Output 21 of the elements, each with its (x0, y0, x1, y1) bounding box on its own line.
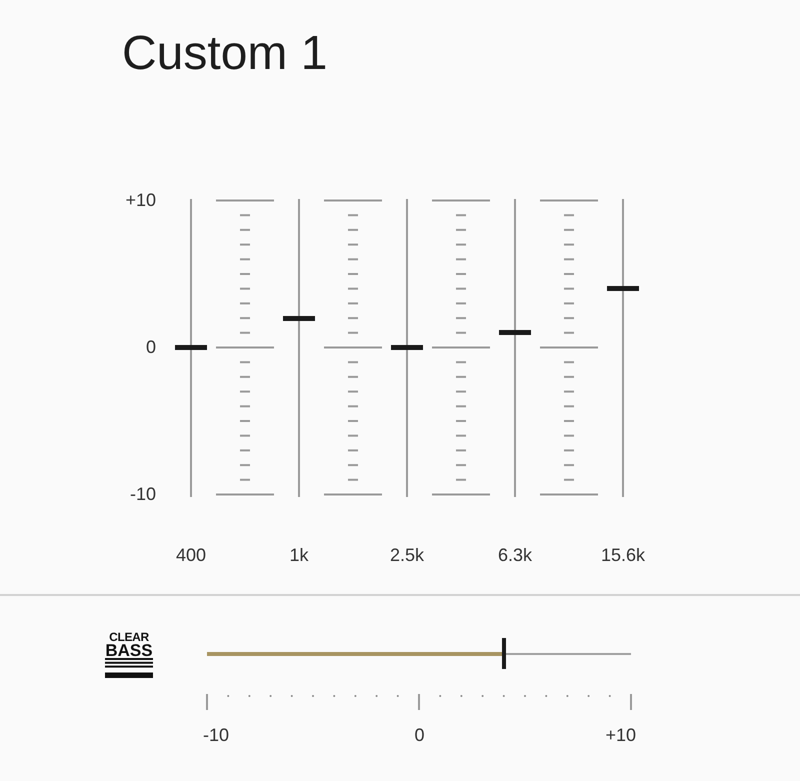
logo-text: BASS (105, 644, 153, 657)
band-label: 400 (174, 545, 208, 566)
scale-label: -10 (203, 725, 230, 746)
scale-label: +10 (125, 190, 156, 211)
band-label: 2.5k (388, 545, 426, 566)
slider-thumb[interactable] (283, 316, 315, 321)
band-label: 6.3k (496, 545, 534, 566)
scale-label: 0 (146, 337, 156, 358)
band-label: 15.6k (600, 545, 646, 566)
slider-thumb[interactable] (175, 345, 207, 350)
slider-thumb[interactable] (499, 330, 531, 336)
band-label: 1k (288, 545, 310, 566)
scale-label: 0 (414, 725, 424, 746)
slider-thumb[interactable] (502, 638, 506, 669)
slider-thumb[interactable] (391, 345, 423, 350)
scale-label: +10 (605, 725, 636, 746)
logo-text: CLEAR (109, 631, 149, 643)
preset-title: Custom 1 (122, 26, 328, 81)
scale-label: -10 (130, 484, 156, 505)
slider-thumb[interactable] (607, 286, 639, 292)
stripes-icon (105, 658, 153, 678)
